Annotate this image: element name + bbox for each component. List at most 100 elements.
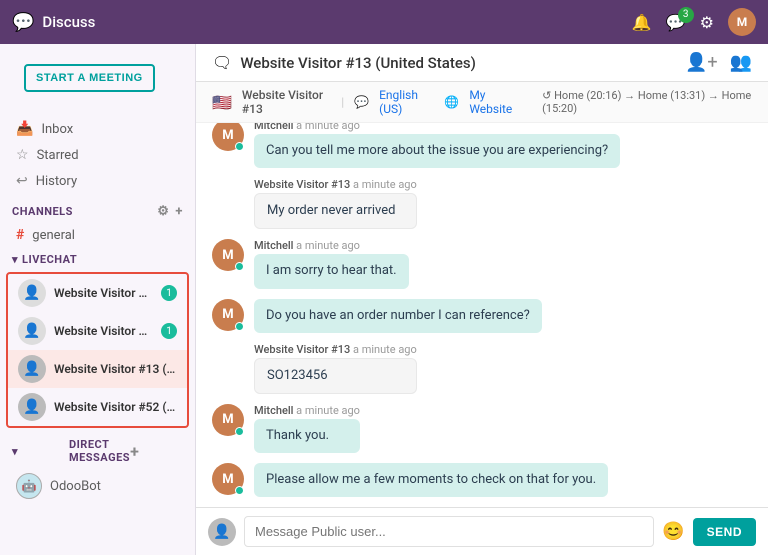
discuss-icon: 💬 [12,12,34,33]
agent-avatar-2: M [212,239,244,271]
livechat-name-1: Website Visitor #80 (U... [54,324,153,338]
agent-message-content-2: Mitchell a minute agoI am sorry to hear … [254,239,409,288]
unread-badge-1: 1 [161,323,177,339]
notification-badge: 3 [678,7,694,23]
sidebar: START A MEETING 📥 Inbox ☆ Starred ↩ Hist… [0,44,196,555]
history-icon: ↩ [16,173,28,189]
livechat-label: LIVECHAT [22,253,77,266]
message-row-1: Website Visitor #13 a minute agoMy order… [212,178,752,229]
agent-bubble-5: Thank you. [254,419,360,453]
agent-bubble-6: Please allow me a few moments to check o… [254,463,608,497]
agent-message-content-0: Mitchell a minute agoCan you tell me mor… [254,123,620,168]
topbar: 💬 Discuss 🔔 💬 3 ⚙ M [0,0,768,44]
emoji-button[interactable]: 😊 [662,521,684,542]
visitor-bubble-4: SO123456 [254,358,417,394]
chat-header: 🗨 Website Visitor #13 (United States) 👤+… [196,44,768,82]
visitor-message-content-4: Website Visitor #13 a minute agoSO123456 [254,343,417,394]
livechat-avatar-0: 👤 [18,279,46,307]
history-label: History [36,174,77,189]
direct-messages-header: ▾ DIRECT MESSAGES + [0,430,195,468]
star-icon: ☆ [16,147,29,163]
livechat-section: 👤 Website Visitor #81 (U... 1 👤 Website … [6,272,189,428]
sidebar-item-inbox[interactable]: 📥 Inbox [0,116,195,142]
livechat-name-3: Website Visitor #52 (United St... [54,400,177,414]
sidebar-item-starred[interactable]: ☆ Starred [0,142,195,168]
start-meeting-container: START A MEETING [0,44,195,112]
visitor-message-content-1: Website Visitor #13 a minute agoMy order… [254,178,417,229]
comment-icon: 💬 [354,95,369,109]
start-meeting-button[interactable]: START A MEETING [24,64,155,92]
agent-avatar-0: M [212,123,244,151]
livechat-header: ▾ LIVECHAT [0,247,195,270]
add-dm-icon[interactable]: + [130,442,183,461]
agent-avatar-3: M [212,299,244,331]
inbox-label: Inbox [41,122,73,137]
visitor-bubble-1: My order never arrived [254,193,417,229]
dm-label: DIRECT MESSAGES [69,438,130,464]
nav-section: 📥 Inbox ☆ Starred ↩ History [0,112,195,198]
chat-header-icon: 🗨 [212,53,232,72]
starred-label: Starred [37,148,79,163]
inbox-icon: 📥 [16,121,33,137]
dm-odoobot[interactable]: 🤖 OdooBot [0,468,195,504]
topbar-actions: 🔔 💬 3 ⚙ M [632,8,756,36]
agent-message-content-5: Mitchell a minute agoThank you. [254,404,360,453]
settings-icon[interactable]: ⚙ [700,13,714,32]
unread-badge-0: 1 [161,285,177,301]
channels-label: CHANNELS [12,205,157,218]
livechat-avatar-1: 👤 [18,317,46,345]
livechat-name-2: Website Visitor #13 (United St... [54,362,177,376]
agent-message-content-3: Do you have an order number I can refere… [254,299,542,333]
livechat-item-1[interactable]: 👤 Website Visitor #80 (U... 1 [8,312,187,350]
livechat-name-0: Website Visitor #81 (U... [54,286,153,300]
hash-icon: # [16,227,24,243]
livechat-item-2[interactable]: 👤 Website Visitor #13 (United St... [8,350,187,388]
agent-bubble-2: I am sorry to hear that. [254,254,409,288]
message-row-5: M Mitchell a minute agoThank you. [212,404,752,453]
current-user-avatar: 👤 [208,518,236,546]
channel-general-label: general [32,228,75,243]
dm-toggle-icon: ▾ [12,445,65,458]
users-icon[interactable]: 👥 [730,52,752,73]
visitor-site-link[interactable]: My Website [469,88,522,116]
send-button[interactable]: SEND [693,518,756,546]
livechat-item-3[interactable]: 👤 Website Visitor #52 (United St... [8,388,187,426]
message-row-4: Website Visitor #13 a minute agoSO123456 [212,343,752,394]
agent-avatar-5: M [212,404,244,436]
livechat-item-0[interactable]: 👤 Website Visitor #81 (U... 1 [8,274,187,312]
message-row-0: M Mitchell a minute agoCan you tell me mo… [212,123,752,168]
app-title: Discuss [42,13,95,31]
add-channel-icon[interactable]: + [175,204,183,219]
visitor-info-bar: 🇺🇸 Website Visitor #13 | 💬 English (US) … [196,82,768,123]
chat-input-area: 👤 😊 SEND [196,507,768,555]
user-avatar[interactable]: M [728,8,756,36]
chat-area: 🗨 Website Visitor #13 (United States) 👤+… [196,44,768,555]
flag-icon: 🇺🇸 [212,93,232,112]
message-input[interactable] [244,516,654,547]
agent-bubble-3: Do you have an order number I can refere… [254,299,542,333]
chat-header-actions: 👤+ 👥 [685,52,752,73]
separator-1: | [341,95,344,109]
channels-header: CHANNELS ⚙ + [0,198,195,223]
globe-icon: 🌐 [444,95,459,109]
chat-header-title: Website Visitor #13 (United States) [240,54,677,72]
odoobot-label: OdooBot [50,479,101,494]
channels-actions: ⚙ + [157,204,183,219]
settings-icon-channels[interactable]: ⚙ [157,204,169,219]
agent-bubble-0: Can you tell me more about the issue you… [254,134,620,168]
agent-avatar-6: M [212,463,244,495]
visitor-name: Website Visitor #13 [242,88,331,116]
chat-icon[interactable]: 💬 3 [666,13,686,32]
message-row-3: M Do you have an order number I can refer… [212,299,752,333]
main-layout: START A MEETING 📥 Inbox ☆ Starred ↩ Hist… [0,44,768,555]
livechat-toggle-icon: ▾ [12,253,18,266]
visitor-trail: ↺ Home (20:16) → Home (13:31) → Home (15… [542,89,752,115]
chat-messages: M Mitchell a minute agoCan you tell me mo… [196,123,768,507]
visitor-lang-link[interactable]: English (US) [379,88,434,116]
add-user-icon[interactable]: 👤+ [685,52,718,73]
agent-message-content-6: Please allow me a few moments to check o… [254,463,608,497]
channel-general[interactable]: # general [0,223,195,247]
bell-icon[interactable]: 🔔 [632,13,652,32]
odoobot-avatar: 🤖 [16,473,42,499]
sidebar-item-history[interactable]: ↩ History [0,168,195,194]
